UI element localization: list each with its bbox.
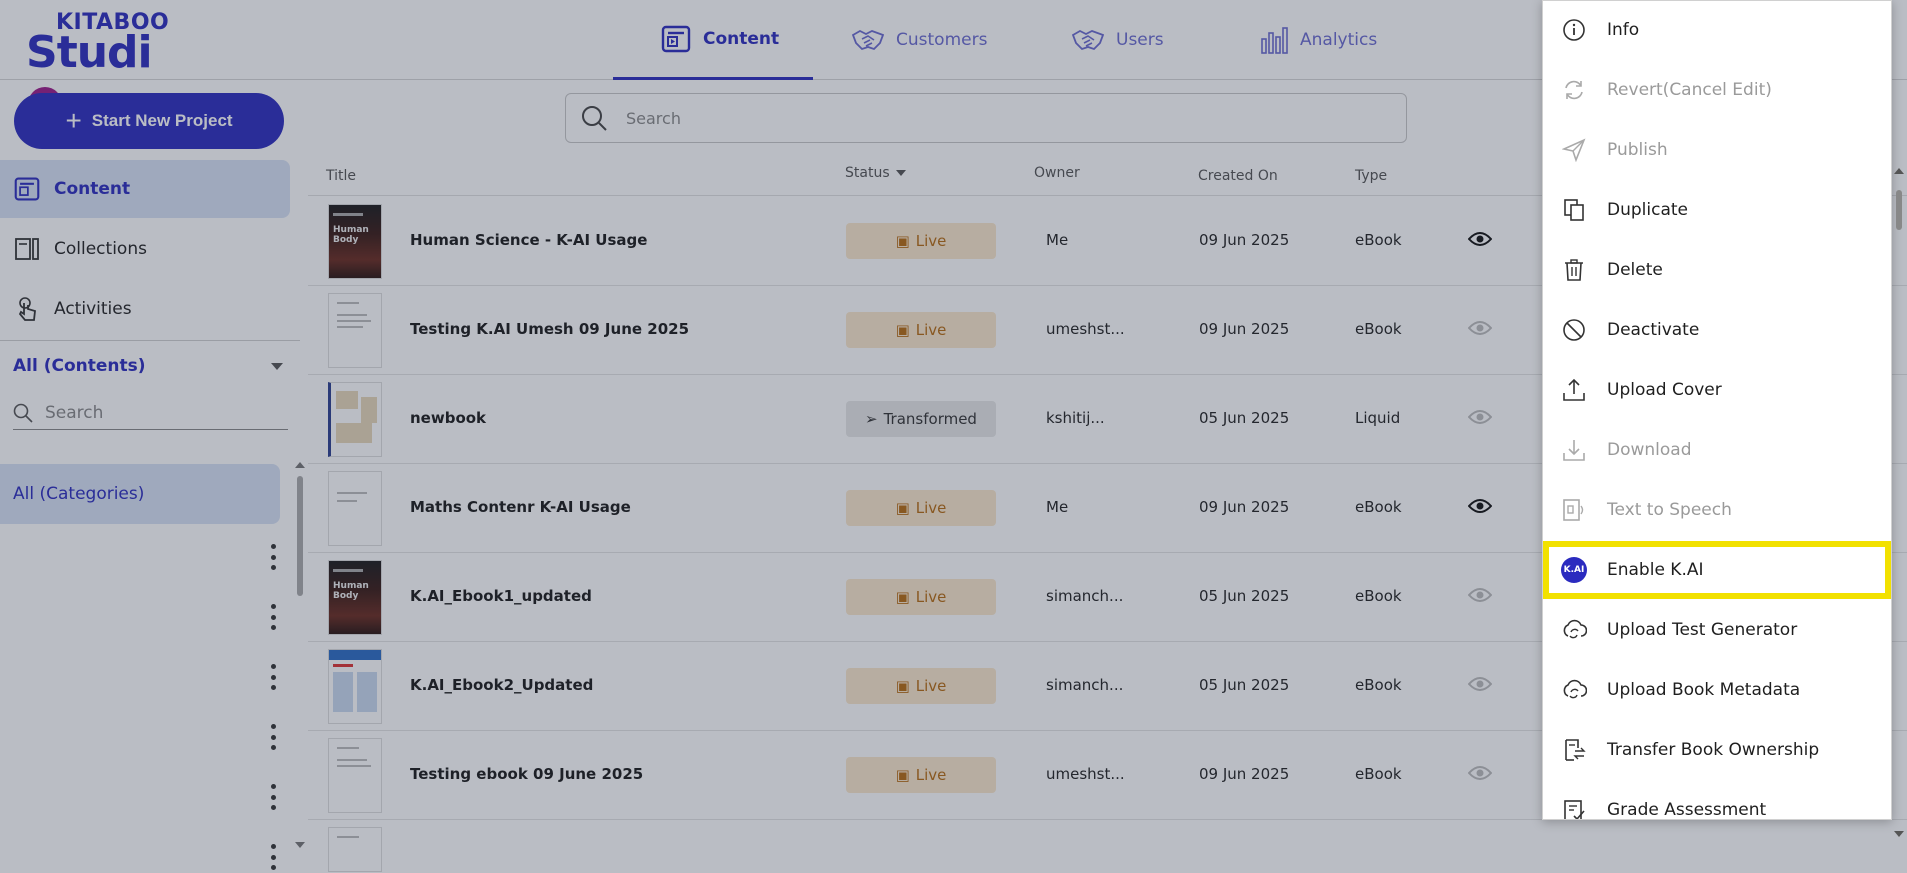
menu-item-grade-assessment[interactable]: Grade Assessment <box>1543 781 1891 820</box>
menu-item-label: Upload Cover <box>1607 380 1722 400</box>
info-icon <box>1563 19 1585 41</box>
menu-item-upload-test-generator[interactable]: Upload Test Generator <box>1543 601 1891 659</box>
menu-item-upload-cover[interactable]: Upload Cover <box>1543 361 1891 419</box>
duplicate-icon <box>1564 199 1584 221</box>
menu-item-publish[interactable]: Publish <box>1543 121 1891 179</box>
menu-item-label: Grade Assessment <box>1607 800 1767 820</box>
transfer-icon <box>1565 739 1586 761</box>
menu-item-delete[interactable]: Delete <box>1543 241 1891 299</box>
menu-item-info[interactable]: Info <box>1543 1 1891 59</box>
upload-icon <box>1563 378 1585 401</box>
menu-item-label: Revert(Cancel Edit) <box>1607 80 1772 100</box>
menu-item-label: Info <box>1607 20 1640 40</box>
menu-item-label: Deactivate <box>1607 320 1700 340</box>
block-icon <box>1563 319 1585 341</box>
menu-item-label: Upload Test Generator <box>1607 620 1798 640</box>
page-scrollbar[interactable] <box>1896 190 1902 230</box>
menu-item-text-to-speech[interactable]: Text to Speech <box>1543 481 1891 539</box>
text-to-speech-icon <box>1563 499 1584 521</box>
revert-icon <box>1565 80 1583 100</box>
menu-item-revert[interactable]: Revert(Cancel Edit) <box>1543 61 1891 119</box>
menu-item-deactivate[interactable]: Deactivate <box>1543 301 1891 359</box>
menu-item-enable-kai[interactable]: K.AI Enable K.AI <box>1543 541 1891 599</box>
menu-item-label: Transfer Book Ownership <box>1607 740 1820 760</box>
menu-item-label: Enable K.AI <box>1607 560 1704 580</box>
menu-item-download[interactable]: Download <box>1543 421 1891 479</box>
book-actions-menu: Info Revert(Cancel Edit) Publish Duplica… <box>1542 0 1892 820</box>
menu-item-label: Duplicate <box>1607 200 1688 220</box>
menu-item-label: Text to Speech <box>1607 500 1732 520</box>
page-scroll-up-arrow[interactable] <box>1894 168 1904 174</box>
kai-icon: K.AI <box>1561 557 1587 583</box>
menu-item-upload-book-metadata[interactable]: Upload Book Metadata <box>1543 661 1891 719</box>
page-scroll-down-arrow[interactable] <box>1894 831 1904 837</box>
cloud-sync-icon <box>1563 619 1587 639</box>
menu-item-label: Publish <box>1607 140 1668 160</box>
download-icon <box>1563 440 1585 461</box>
menu-item-duplicate[interactable]: Duplicate <box>1543 181 1891 239</box>
trash-icon <box>1565 259 1583 281</box>
menu-item-label: Download <box>1607 440 1692 460</box>
menu-item-transfer-ownership[interactable]: Transfer Book Ownership <box>1543 721 1891 779</box>
menu-item-label: Upload Book Metadata <box>1607 680 1801 700</box>
grade-icon <box>1564 800 1585 819</box>
send-icon <box>1562 138 1586 162</box>
cloud-sync-icon <box>1563 679 1587 699</box>
menu-item-label: Delete <box>1607 260 1663 280</box>
